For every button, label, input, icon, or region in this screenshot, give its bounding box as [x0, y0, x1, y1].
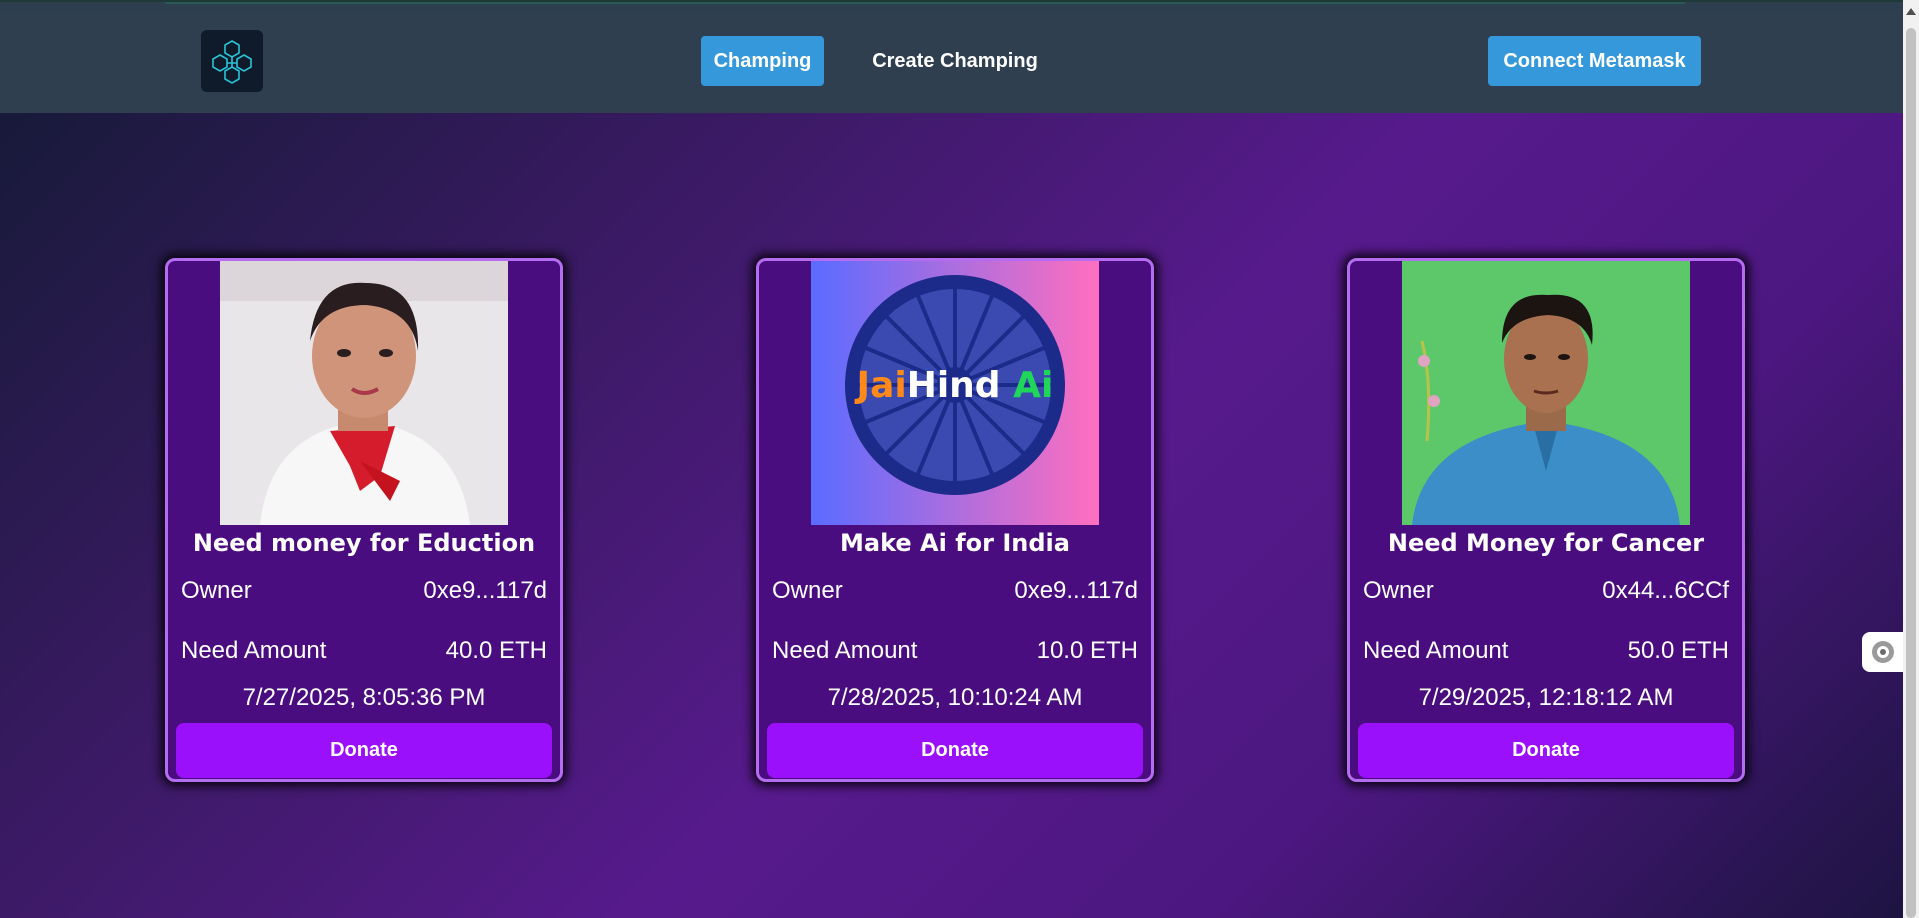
svg-text:JaiHind Ai: JaiHind Ai [854, 365, 1054, 406]
owner-address: 0x44...6CCf [1602, 577, 1729, 604]
owner-label: Owner [181, 577, 252, 604]
owner-label: Owner [772, 577, 843, 604]
donate-button[interactable]: Donate [176, 723, 552, 778]
amount-label: Need Amount [1363, 637, 1509, 664]
amount-label: Need Amount [772, 637, 918, 664]
amount-label: Need Amount [181, 637, 327, 664]
blockchain-cubes-icon [212, 40, 252, 84]
amount-value: 10.0 ETH [1036, 637, 1138, 664]
connect-metamask-button[interactable]: Connect Metamask [1488, 36, 1701, 86]
amount-value: 40.0 ETH [445, 637, 547, 664]
campaign-card: JaiHind Ai Make Ai for India Owner 0xe9.… [756, 258, 1154, 782]
top-strip-line [165, 2, 1685, 4]
tab-create-champing[interactable]: Create Champing [862, 36, 1048, 86]
owner-row: Owner 0xe9...117d [181, 577, 547, 605]
amount-row: Need Amount 50.0 ETH [1363, 637, 1729, 665]
owner-address: 0xe9...117d [423, 577, 547, 604]
campaign-title: Need money for Eduction [192, 529, 536, 557]
owner-address: 0xe9...117d [1014, 577, 1138, 604]
owner-row: Owner 0x44...6CCf [1363, 577, 1729, 605]
logo[interactable] [201, 30, 263, 92]
extension-icon [1871, 641, 1894, 663]
campaign-card: Need money for Eduction Owner 0xe9...117… [165, 258, 563, 782]
campaign-date: 7/29/2025, 12:18:12 AM [1418, 684, 1674, 711]
image-text-jai: Jai [854, 365, 907, 406]
amount-row: Need Amount 10.0 ETH [772, 637, 1138, 665]
image-text-ai: Ai [1001, 365, 1054, 406]
campaign-image: JaiHind Ai [811, 261, 1099, 525]
campaign-card: Need Money for Cancer Owner 0x44...6CCf … [1347, 258, 1745, 782]
amount-row: Need Amount 40.0 ETH [181, 637, 547, 665]
top-strip [0, 0, 1903, 10]
donate-button[interactable]: Donate [767, 723, 1143, 778]
tab-champing[interactable]: Champing [701, 36, 824, 86]
owner-label: Owner [1363, 577, 1434, 604]
campaign-image [220, 261, 508, 525]
vertical-scrollbar[interactable] [1903, 0, 1919, 918]
navbar: Champing Create Champing Connect Metamas… [0, 10, 1903, 113]
campaign-date: 7/28/2025, 10:10:24 AM [827, 684, 1083, 711]
image-text-hind: Hind [907, 365, 1001, 406]
campaign-title: Make Ai for India [840, 529, 1070, 557]
campaign-image [1402, 261, 1690, 525]
owner-row: Owner 0xe9...117d [772, 577, 1138, 605]
floating-widget-button[interactable] [1862, 632, 1903, 672]
scrollbar-thumb[interactable] [1906, 28, 1916, 918]
scroll-up-arrow-icon[interactable] [1906, 8, 1916, 15]
amount-value: 50.0 ETH [1627, 637, 1729, 664]
campaign-date: 7/27/2025, 8:05:36 PM [242, 684, 486, 711]
campaign-title: Need Money for Cancer [1387, 529, 1705, 557]
donate-button[interactable]: Donate [1358, 723, 1734, 778]
